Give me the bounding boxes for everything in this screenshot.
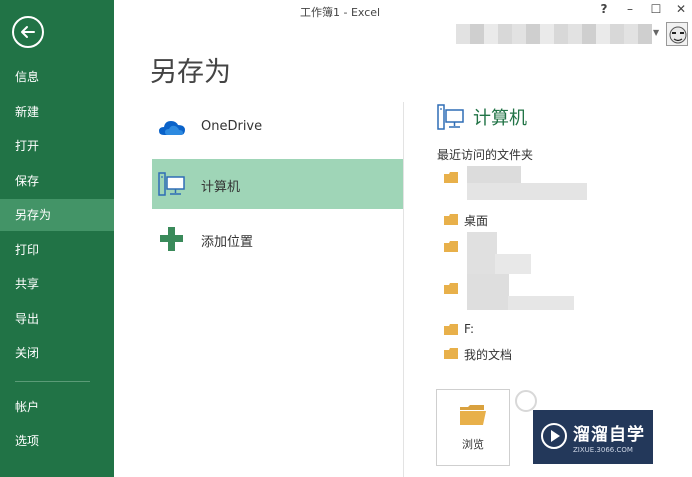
page-title: 另存为 [150,57,231,88]
folder-icon [444,241,458,252]
help-button[interactable]: ? [595,2,613,16]
nav-share[interactable]: 共享 [0,268,114,300]
location-computer[interactable]: 计算机 [152,159,403,209]
minimize-button[interactable]: – [621,2,639,16]
nav-save-as[interactable]: 另存为 [0,199,114,231]
nav-info[interactable]: 信息 [0,61,114,93]
watermark-circle [515,390,537,412]
folder-icon [444,172,458,183]
folder-icon [444,283,458,294]
nav-close[interactable]: 关闭 [0,337,114,369]
recent-folder-item[interactable]: 我的文档 [444,344,544,364]
cloud-icon [159,121,185,135]
nav-print[interactable]: 打印 [0,234,114,266]
folder-open-icon [460,405,486,425]
browse-label: 浏览 [462,438,484,451]
pane-title: 计算机 [473,108,527,129]
recent-folder-item[interactable]: F: [444,320,504,340]
nav-account[interactable]: 帐户 [0,391,114,423]
folder-icon [444,214,458,225]
blurred-path [467,232,497,274]
backstage-sidebar: 信息 新建 打开 保存 另存为 打印 共享 导出 关闭 帐户 选项 [0,0,114,477]
avatar-face-icon [669,26,687,44]
watermark-url: ZIXUE.3066.COM [573,446,633,454]
location-add-place[interactable]: 添加位置 [152,214,403,264]
location-label: OneDrive [201,119,263,134]
nav-new[interactable]: 新建 [0,96,114,128]
folder-icon [444,324,458,335]
location-label: 计算机 [201,180,241,195]
recent-folders-label: 最近访问的文件夹 [437,148,534,162]
arrow-left-icon [21,26,35,38]
browse-button[interactable]: 浏览 [436,389,510,466]
nav-save[interactable]: 保存 [0,165,114,197]
recent-folder-item[interactable]: 桌面 [444,210,524,230]
plus-icon [160,227,183,251]
folder-label: 我的文档 [464,348,513,362]
nav-export[interactable]: 导出 [0,303,114,335]
nav-open[interactable]: 打开 [0,130,114,162]
location-onedrive[interactable]: OneDrive [152,102,403,152]
location-label: 添加位置 [201,235,254,250]
blurred-path [467,274,509,310]
folder-label: F: [464,322,475,336]
folder-icon [444,348,458,359]
play-icon [541,423,567,449]
watermark-logo: 溜溜自学 ZIXUE.3066.COM [533,410,653,464]
computer-icon [437,104,464,130]
avatar[interactable] [666,22,688,46]
watermark-title: 溜溜自学 [573,425,645,445]
computer-icon [158,172,185,196]
folder-label: 桌面 [464,214,489,228]
pane-divider [403,102,404,477]
maximize-button[interactable]: ☐ [647,2,665,16]
account-dropdown-icon[interactable]: ▼ [653,28,659,37]
close-button[interactable]: ✕ [672,2,690,16]
sidebar-divider [15,381,90,382]
window-title: 工作簿1 - Excel [300,6,381,19]
blurred-path [495,254,531,274]
back-button[interactable] [12,16,44,48]
nav-options[interactable]: 选项 [0,425,114,457]
blurred-path [467,183,587,200]
account-name-blurred[interactable] [456,24,652,44]
blurred-path [508,296,574,310]
